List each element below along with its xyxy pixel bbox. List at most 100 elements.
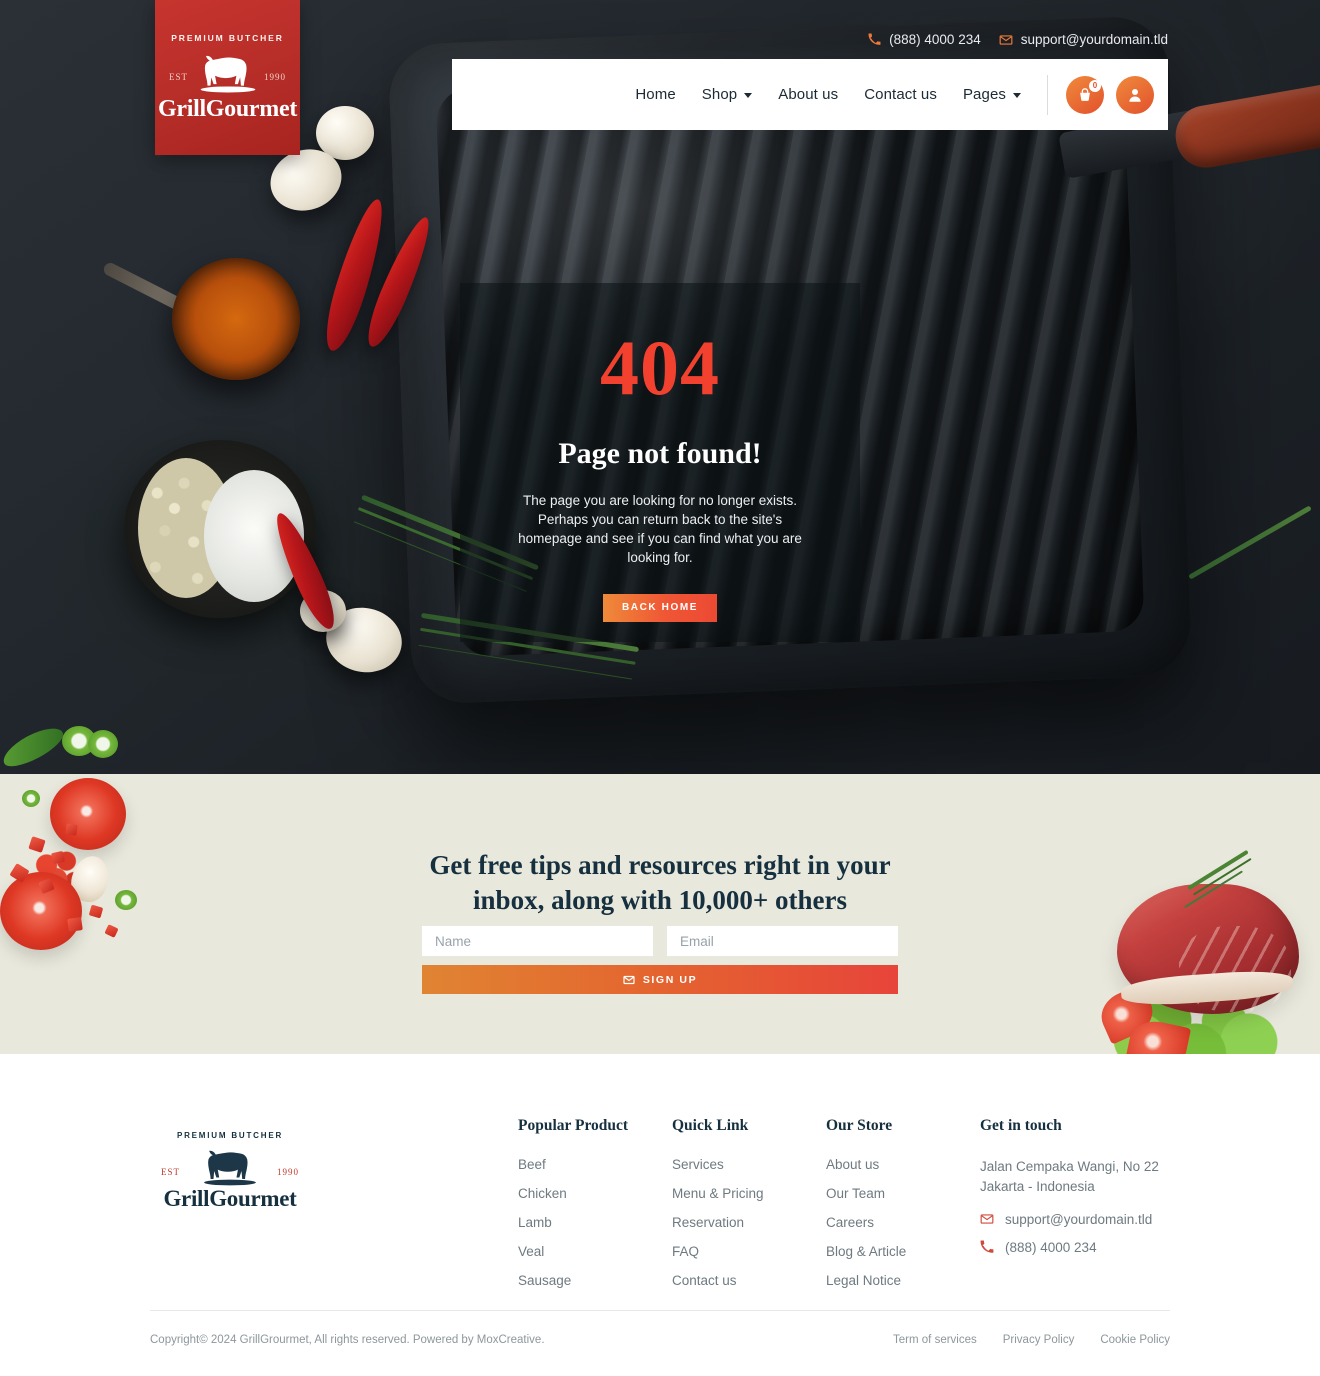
tomato-dice [65,823,78,836]
footer-column-our-store: Our Store About us Our Team Careers Blog… [826,1117,980,1302]
footer-column-quick-link: Quick Link Services Menu & Pricing Reser… [672,1117,826,1302]
nav-links: Home Shop About us Contact us Pages [635,86,1021,103]
account-button[interactable] [1116,75,1154,114]
name-input[interactable] [422,926,653,956]
phone-icon [980,1240,994,1253]
footer-email[interactable]: support@yourdomain.tld [980,1212,1159,1227]
envelope-icon [623,975,635,984]
footer-link-sausage[interactable]: Sausage [518,1273,672,1288]
cow-icon [200,55,255,93]
cart-button[interactable]: 0 [1066,75,1104,114]
footer-logo-name: GrillGourmet [163,1186,297,1211]
signup-button[interactable]: SIGN UP [422,965,898,994]
footer-link-blog-article[interactable]: Blog & Article [826,1244,980,1259]
jalapeno-slice [22,790,40,807]
error-heading: Page not found! [558,437,762,470]
footer-phone-text: (888) 4000 234 [1005,1239,1097,1255]
error-description: The page you are looking for no longer e… [518,493,802,566]
footer-address-line1: Jalan Cempaka Wangi, No 22 [980,1159,1159,1174]
topbar-contact: (888) 4000 234 support@yourdomain.tld [868,32,1168,47]
site-logo[interactable]: PREMIUM BUTCHER EST 1990 GrillGourmet [155,0,300,155]
nav-item-home[interactable]: Home [635,86,675,103]
footer-link-careers[interactable]: Careers [826,1215,980,1230]
footer-logo-column: PREMIUM BUTCHER EST 1990 GrillGourmet [150,1117,518,1302]
user-icon [1129,88,1141,102]
footer-link-services[interactable]: Services [672,1157,826,1172]
footer-address: Jalan Cempaka Wangi, No 22 Jakarta - Ind… [980,1157,1159,1198]
footer-column-title: Our Store [826,1117,893,1134]
logo-year-label: 1990 [264,71,286,82]
footer-logo-tagline: PREMIUM BUTCHER [176,1131,284,1140]
topbar-email-text: support@yourdomain.tld [1020,32,1168,47]
nav-divider [1047,74,1048,115]
nav-item-shop[interactable]: Shop [701,86,753,103]
nav-item-shop-label: Shop [701,86,738,103]
hero-section: (888) 4000 234 support@yourdomain.tld PR… [0,0,1320,774]
footer-link-cookie-policy[interactable]: Cookie Policy [1100,1334,1170,1346]
footer-column-popular-product: Popular Product Beef Chicken Lamb Veal S… [518,1117,672,1302]
newsletter-form: SIGN UP [422,926,898,994]
footer-logo[interactable]: PREMIUM BUTCHER EST 1990 GrillGourmet [150,1131,310,1212]
nav-item-pages-label: Pages [962,86,1006,103]
footer-link-contact-us[interactable]: Contact us [672,1273,826,1288]
main-navigation: Home Shop About us Contact us Pages 0 [452,59,1168,130]
signup-button-label: SIGN UP [642,973,698,986]
footer-link-menu-pricing[interactable]: Menu & Pricing [672,1186,826,1201]
footer-link-beef[interactable]: Beef [518,1157,672,1172]
tomato-dice [67,917,83,932]
footer-email-text: support@yourdomain.tld [1005,1211,1153,1227]
footer-phone[interactable]: (888) 4000 234 [980,1240,1159,1255]
footer-logo-year-label: 1990 [277,1167,299,1177]
footer-link-privacy-policy[interactable]: Privacy Policy [1003,1334,1075,1346]
back-home-button[interactable]: BACK HOME [603,593,717,622]
logo-est-label: EST [169,71,189,82]
nav-item-about-us-label: About us [778,86,839,103]
nav-item-contact-us-label: Contact us [864,86,937,103]
jalapeno-slice [115,890,137,910]
topbar-phone[interactable]: (888) 4000 234 [868,32,981,47]
footer-link-reservation[interactable]: Reservation [672,1215,826,1230]
footer-legal-links: Term of services Privacy Policy Cookie P… [893,1334,1170,1346]
footer-logo-est-label: EST [161,1167,181,1177]
tomato-half [50,778,126,850]
footer-link-about-us[interactable]: About us [826,1157,980,1172]
chevron-down-icon [1013,93,1021,98]
footer-columns: PREMIUM BUTCHER EST 1990 GrillGourmet Po… [150,1117,1170,1302]
cow-icon [204,1150,256,1186]
nav-item-home-label: Home [635,86,676,103]
copyright-text: Copyright© 2024 GrillGrourmet, All right… [150,1334,545,1346]
footer-column-title: Get in touch [980,1117,1062,1134]
footer-column-title: Quick Link [672,1117,749,1134]
envelope-icon [980,1214,994,1224]
nav-item-contact-us[interactable]: Contact us [864,86,937,103]
footer-logo-emblem: EST 1990 [155,1143,305,1189]
nav-item-pages[interactable]: Pages [963,86,1021,103]
error-code: 404 [600,324,720,411]
logo-tagline: PREMIUM BUTCHER [171,32,284,43]
footer-link-chicken[interactable]: Chicken [518,1186,672,1201]
footer-link-faq[interactable]: FAQ [672,1244,826,1259]
phone-icon [868,33,881,45]
footer-bottom-bar: Copyright© 2024 GrillGrourmet, All right… [150,1334,1170,1346]
chevron-down-icon [744,93,753,98]
topbar-phone-text: (888) 4000 234 [889,32,981,47]
envelope-icon [999,34,1013,45]
footer-link-lamb[interactable]: Lamb [518,1215,672,1230]
footer-link-veal[interactable]: Veal [518,1244,672,1259]
jalapeno-slice [88,730,118,758]
footer-address-line2: Jakarta - Indonesia [980,1179,1095,1195]
footer-column-title: Popular Product [518,1117,629,1134]
email-input[interactable] [667,926,898,956]
footer-column-get-in-touch: Get in touch Jalan Cempaka Wangi, No 22 … [980,1117,1159,1302]
footer-link-legal-notice[interactable]: Legal Notice [826,1273,980,1288]
nav-item-about-us[interactable]: About us [778,86,838,103]
error-panel: 404 Page not found! The page you are loo… [460,283,860,642]
footer-divider [150,1310,1170,1311]
topbar-email[interactable]: support@yourdomain.tld [999,32,1168,47]
logo-emblem: EST 1990 [165,46,290,98]
newsletter-inputs [422,926,898,956]
footer-link-our-team[interactable]: Our Team [826,1186,980,1201]
paprika-spice-bowl [172,258,300,380]
footer-link-term-of-services[interactable]: Term of services [893,1334,977,1346]
logo-name: GrillGourmet [157,95,298,122]
